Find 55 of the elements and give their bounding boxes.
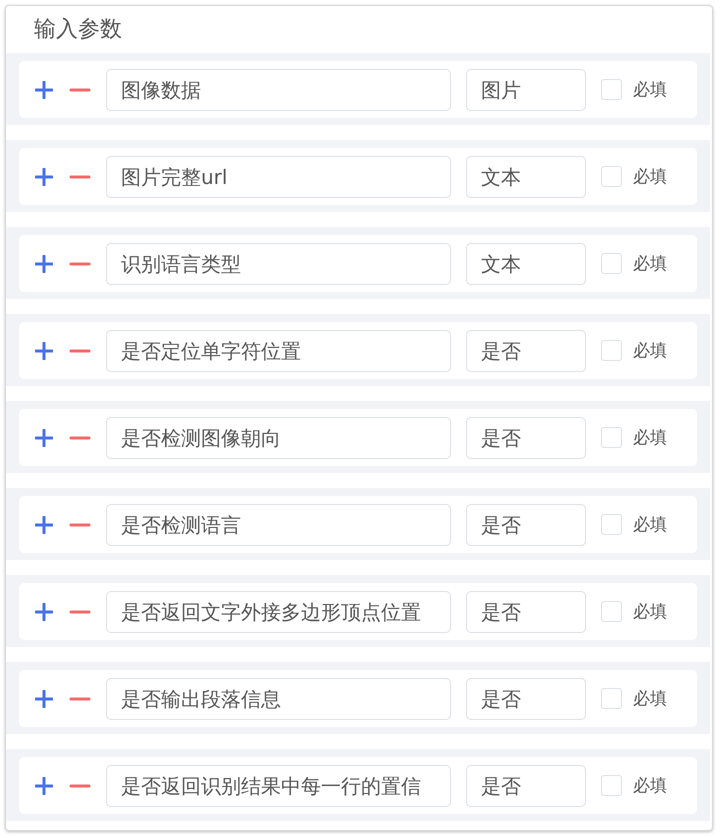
- required-label: 必填: [633, 775, 667, 797]
- name-field[interactable]: 是否定位单字符位置: [106, 330, 451, 372]
- name-field[interactable]: 是否输出段落信息: [106, 678, 451, 720]
- remove-icon[interactable]: [69, 522, 91, 526]
- required-label: 必填: [633, 340, 667, 362]
- required-checkbox[interactable]: [601, 166, 622, 187]
- add-icon[interactable]: [35, 602, 53, 620]
- add-icon[interactable]: [35, 80, 53, 98]
- remove-icon[interactable]: [69, 784, 91, 788]
- required-label: 必填: [633, 688, 667, 710]
- remove-icon[interactable]: [69, 436, 91, 440]
- remove-icon[interactable]: [69, 610, 91, 614]
- type-field[interactable]: 文本: [466, 242, 586, 284]
- add-icon[interactable]: [35, 168, 53, 186]
- remove-icon[interactable]: [69, 174, 91, 178]
- remove-icon[interactable]: [69, 348, 91, 352]
- required-label: 必填: [633, 601, 667, 623]
- required-checkbox[interactable]: [601, 79, 622, 100]
- name-field[interactable]: 是否检测图像朝向: [106, 416, 451, 458]
- panel-title: 输入参数: [33, 16, 123, 44]
- name-field[interactable]: 图像数据: [106, 68, 451, 110]
- required-checkbox[interactable]: [601, 427, 622, 448]
- required-label: 必填: [633, 253, 667, 275]
- required-label: 必填: [633, 514, 667, 536]
- type-field[interactable]: 是否: [466, 504, 586, 546]
- remove-icon[interactable]: [69, 696, 91, 700]
- required-checkbox[interactable]: [601, 601, 622, 622]
- required-label: 必填: [633, 427, 667, 449]
- required-checkbox[interactable]: [601, 688, 622, 709]
- add-icon[interactable]: [35, 516, 53, 534]
- type-field[interactable]: 图片: [466, 68, 586, 110]
- type-field[interactable]: 是否: [466, 764, 586, 806]
- type-field[interactable]: 是否: [466, 590, 586, 632]
- type-field[interactable]: 是否: [466, 330, 586, 372]
- name-field[interactable]: 是否返回识别结果中每一行的置信: [106, 764, 451, 806]
- type-field[interactable]: 文本: [466, 156, 586, 198]
- required-checkbox[interactable]: [601, 514, 622, 535]
- required-checkbox[interactable]: [601, 253, 622, 274]
- required-label: 必填: [633, 79, 667, 101]
- add-icon[interactable]: [35, 428, 53, 446]
- required-checkbox[interactable]: [601, 775, 622, 796]
- name-field[interactable]: 识别语言类型: [106, 242, 451, 284]
- remove-icon[interactable]: [69, 88, 91, 92]
- add-icon[interactable]: [35, 776, 53, 794]
- name-field[interactable]: 是否返回文字外接多边形顶点位置: [106, 590, 451, 632]
- name-field[interactable]: 图片完整url: [106, 156, 451, 198]
- add-icon[interactable]: [35, 342, 53, 360]
- type-field[interactable]: 是否: [466, 678, 586, 720]
- remove-icon[interactable]: [69, 262, 91, 266]
- name-field[interactable]: 是否检测语言: [106, 504, 451, 546]
- add-icon[interactable]: [35, 690, 53, 708]
- required-checkbox[interactable]: [601, 340, 622, 361]
- add-icon[interactable]: [35, 254, 53, 272]
- type-field[interactable]: 是否: [466, 416, 586, 458]
- required-label: 必填: [633, 166, 667, 188]
